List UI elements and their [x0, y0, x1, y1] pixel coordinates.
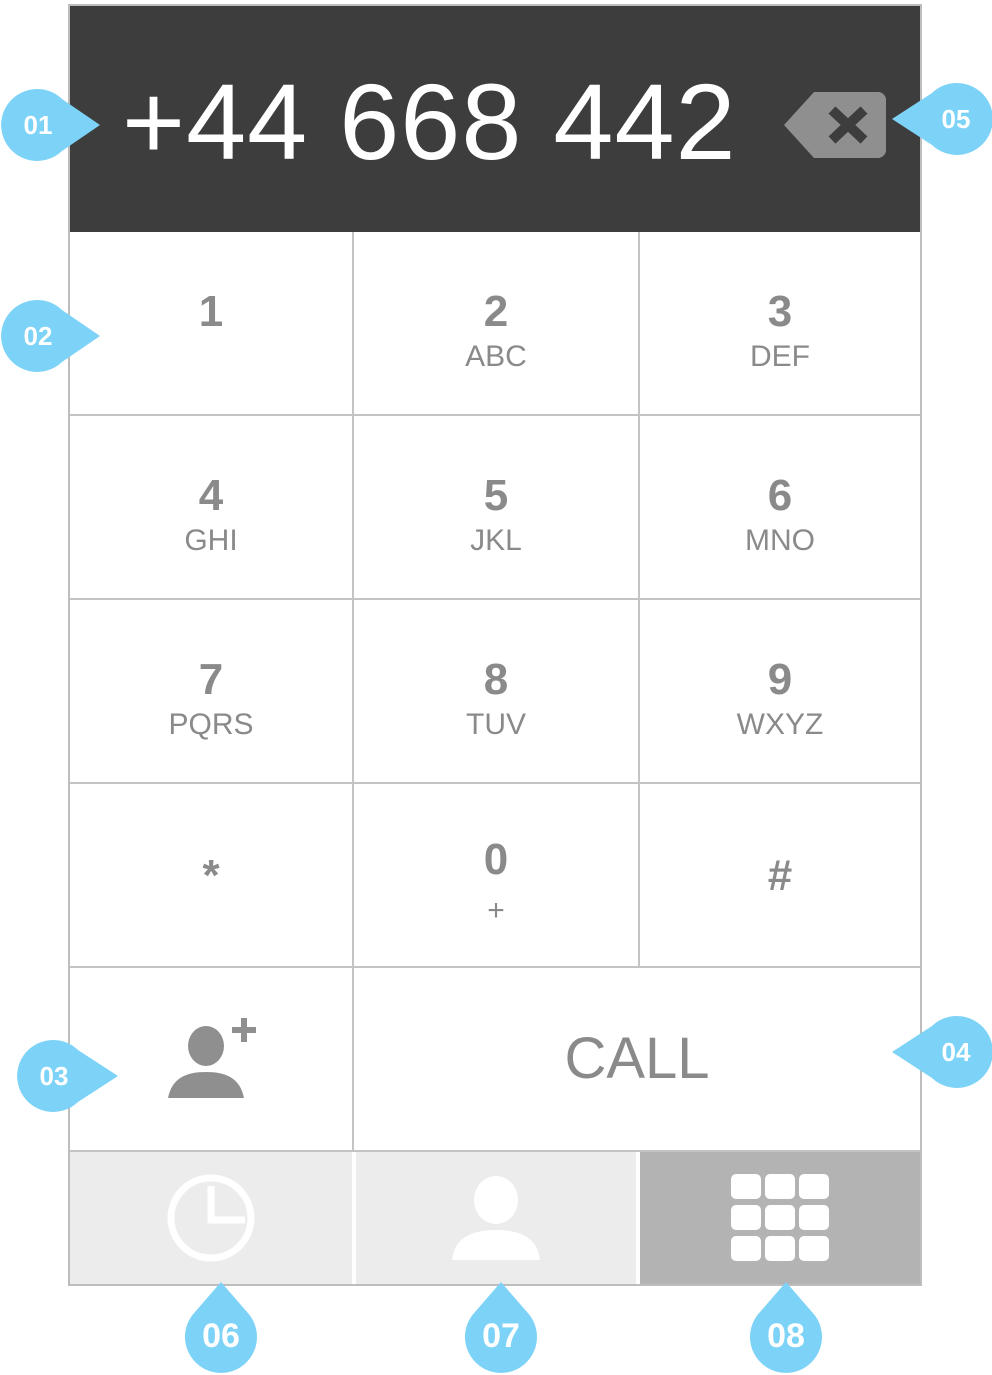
key-letters: ABC [465, 340, 527, 373]
tab-recents[interactable] [70, 1152, 354, 1284]
annotation-marker-08: 08 [750, 1282, 822, 1373]
backspace-button[interactable] [782, 90, 888, 160]
dialer: +44 668 442 1 2 ABC 3 DEF 4 GHI 5 JKL 6 … [68, 4, 922, 1286]
key-letters: WXYZ [736, 708, 824, 741]
marker-label: 06 [202, 1317, 240, 1355]
annotation-marker-03: 03 [17, 1039, 119, 1112]
marker-label: 04 [941, 1037, 971, 1067]
key-digit: 6 [767, 471, 793, 520]
grid-icon [731, 1174, 829, 1261]
key-letters: JKL [470, 524, 522, 557]
marker-label: 05 [941, 104, 971, 134]
key-digit: 4 [198, 471, 224, 520]
annotation-marker-04: 04 [892, 1015, 992, 1088]
call-label: CALL [564, 1026, 710, 1091]
key-8[interactable]: 8 TUV [354, 600, 640, 784]
marker-label: 07 [482, 1317, 520, 1355]
key-digit: 1 [198, 287, 224, 336]
key-2[interactable]: 2 ABC [354, 232, 640, 416]
key-letters: MNO [745, 524, 815, 557]
key-4[interactable]: 4 GHI [70, 416, 354, 600]
annotation-marker-02: 02 [1, 299, 101, 372]
key-1[interactable]: 1 [70, 232, 354, 416]
add-contact-icon [168, 1018, 256, 1098]
key-3[interactable]: 3 DEF [640, 232, 920, 416]
key-letters: + [487, 894, 505, 927]
annotation-marker-05: 05 [892, 82, 992, 155]
key-9[interactable]: 9 WXYZ [640, 600, 920, 784]
annotation-marker-01: 01 [1, 88, 101, 161]
tab-contacts[interactable] [356, 1152, 638, 1284]
key-5[interactable]: 5 JKL [354, 416, 640, 600]
key-digit: 8 [483, 655, 509, 704]
person-icon [452, 1176, 540, 1260]
key-letters: PQRS [168, 708, 254, 741]
call-button[interactable]: CALL [354, 968, 920, 1152]
key-star[interactable]: * [70, 784, 354, 968]
dialed-number: +44 668 442 [122, 61, 737, 182]
marker-label: 08 [767, 1317, 805, 1355]
key-0[interactable]: 0 + [354, 784, 640, 968]
key-letters: GHI [184, 524, 238, 557]
marker-label: 01 [23, 110, 53, 140]
annotation-marker-06: 06 [185, 1282, 257, 1373]
key-6[interactable]: 6 MNO [640, 416, 920, 600]
key-digit: 3 [767, 287, 793, 336]
marker-label: 03 [39, 1061, 69, 1091]
key-digit: 5 [483, 471, 509, 520]
marker-label: 02 [23, 321, 53, 351]
key-hash[interactable]: # [640, 784, 920, 968]
key-letters: TUV [466, 708, 526, 741]
key-digit: # [767, 851, 793, 900]
key-digit: 7 [198, 655, 224, 704]
key-digit: 0 [483, 835, 509, 884]
backspace-icon [784, 92, 886, 158]
clock-icon [167, 1174, 255, 1262]
add-contact-button[interactable] [70, 968, 354, 1152]
key-letters: DEF [750, 340, 810, 373]
number-display: +44 668 442 [70, 6, 920, 232]
key-digit: 9 [767, 655, 793, 704]
tab-keypad[interactable] [640, 1152, 920, 1284]
key-7[interactable]: 7 PQRS [70, 600, 354, 784]
key-digit: * [202, 851, 220, 900]
annotation-marker-07: 07 [465, 1282, 537, 1373]
key-digit: 2 [483, 287, 509, 336]
